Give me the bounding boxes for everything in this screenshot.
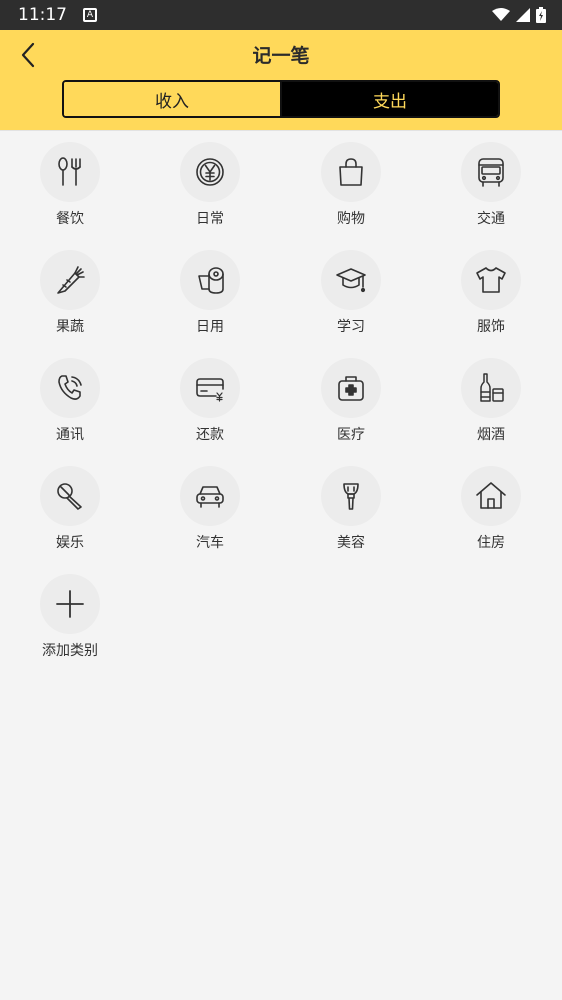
category-icon-circle xyxy=(180,466,240,526)
utensils-icon xyxy=(58,157,81,186)
plus-icon xyxy=(56,590,84,618)
category-item-produce[interactable]: 果蔬 xyxy=(20,250,120,350)
tab-expense[interactable]: 支出 xyxy=(282,82,498,116)
yen-coin-icon xyxy=(196,158,224,186)
category-item-household[interactable]: 日用 xyxy=(160,250,260,350)
category-icon-circle xyxy=(461,250,521,310)
category-icon-circle xyxy=(461,142,521,202)
category-item-beauty[interactable]: 美容 xyxy=(301,466,401,566)
category-label: 日用 xyxy=(196,319,224,335)
graduation-cap-icon xyxy=(336,268,366,293)
category-label: 购物 xyxy=(337,211,365,227)
category-item-entertainment[interactable]: 娱乐 xyxy=(20,466,120,566)
category-label: 住房 xyxy=(477,535,505,551)
category-label: 餐饮 xyxy=(56,211,84,227)
wifi-icon xyxy=(492,8,510,21)
category-icon-circle xyxy=(321,466,381,526)
carrot-icon xyxy=(57,266,85,294)
medical-kit-icon xyxy=(338,376,364,401)
category-item-study[interactable]: 学习 xyxy=(301,250,401,350)
a-icon: A xyxy=(83,8,97,22)
category-label: 还款 xyxy=(196,427,224,443)
category-icon-circle xyxy=(461,358,521,418)
house-icon xyxy=(476,482,506,509)
credit-card-icon xyxy=(196,378,224,402)
category-icon-circle xyxy=(40,574,100,634)
status-time: 11:17 xyxy=(18,5,67,25)
status-icons xyxy=(492,7,546,23)
category-label: 通讯 xyxy=(56,427,84,443)
category-icon-circle xyxy=(40,358,100,418)
signal-icon xyxy=(516,8,530,22)
category-label: 汽车 xyxy=(196,535,224,551)
battery-icon xyxy=(536,7,546,23)
header-bar: 记一笔 收入 支出 xyxy=(0,30,562,130)
category-item-medical[interactable]: 医疗 xyxy=(301,358,401,458)
tab-income[interactable]: 收入 xyxy=(64,82,282,116)
category-icon-circle xyxy=(321,250,381,310)
shopping-bag-icon xyxy=(339,158,363,186)
category-label: 日常 xyxy=(196,211,224,227)
add-category-button[interactable]: 添加类别 xyxy=(20,574,120,674)
category-icon-circle xyxy=(40,142,100,202)
category-item-repayment[interactable]: 还款 xyxy=(160,358,260,458)
category-item-shopping[interactable]: 购物 xyxy=(301,142,401,242)
tissue-roll-icon xyxy=(198,267,224,294)
makeup-brush-icon xyxy=(343,483,359,510)
status-bar: 11:17 A xyxy=(0,0,562,30)
category-icon-circle xyxy=(40,250,100,310)
category-item-tobacco-alcohol[interactable]: 烟酒 xyxy=(441,358,541,458)
bus-icon xyxy=(478,158,504,187)
category-label: 娱乐 xyxy=(56,535,84,551)
category-icon-circle xyxy=(461,466,521,526)
category-icon-circle xyxy=(180,250,240,310)
divider xyxy=(0,130,562,131)
category-icon-circle xyxy=(321,142,381,202)
category-item-daily[interactable]: 日常 xyxy=(160,142,260,242)
category-label: 果蔬 xyxy=(56,319,84,335)
category-item-housing[interactable]: 住房 xyxy=(441,466,541,566)
category-icon-circle xyxy=(180,142,240,202)
category-icon-circle xyxy=(40,466,100,526)
bottle-icon xyxy=(480,373,504,402)
microphone-icon xyxy=(57,483,82,510)
category-item-telecom[interactable]: 通讯 xyxy=(20,358,120,458)
category-label: 交通 xyxy=(477,211,505,227)
category-label: 服饰 xyxy=(477,319,505,335)
category-icon-circle xyxy=(180,358,240,418)
category-item-dining[interactable]: 餐饮 xyxy=(20,142,120,242)
category-label: 美容 xyxy=(337,535,365,551)
add-category-label: 添加类别 xyxy=(42,643,98,659)
category-item-car[interactable]: 汽车 xyxy=(160,466,260,566)
category-label: 学习 xyxy=(337,319,365,335)
type-segmented-control: 收入 支出 xyxy=(62,80,500,118)
tshirt-icon xyxy=(476,267,506,293)
category-item-transport[interactable]: 交通 xyxy=(441,142,541,242)
page-title: 记一笔 xyxy=(252,45,310,67)
car-icon xyxy=(196,486,224,508)
category-label: 烟酒 xyxy=(477,427,505,443)
category-item-clothing[interactable]: 服饰 xyxy=(441,250,541,350)
category-label: 医疗 xyxy=(337,427,365,443)
phone-icon xyxy=(58,375,82,400)
category-icon-circle xyxy=(321,358,381,418)
